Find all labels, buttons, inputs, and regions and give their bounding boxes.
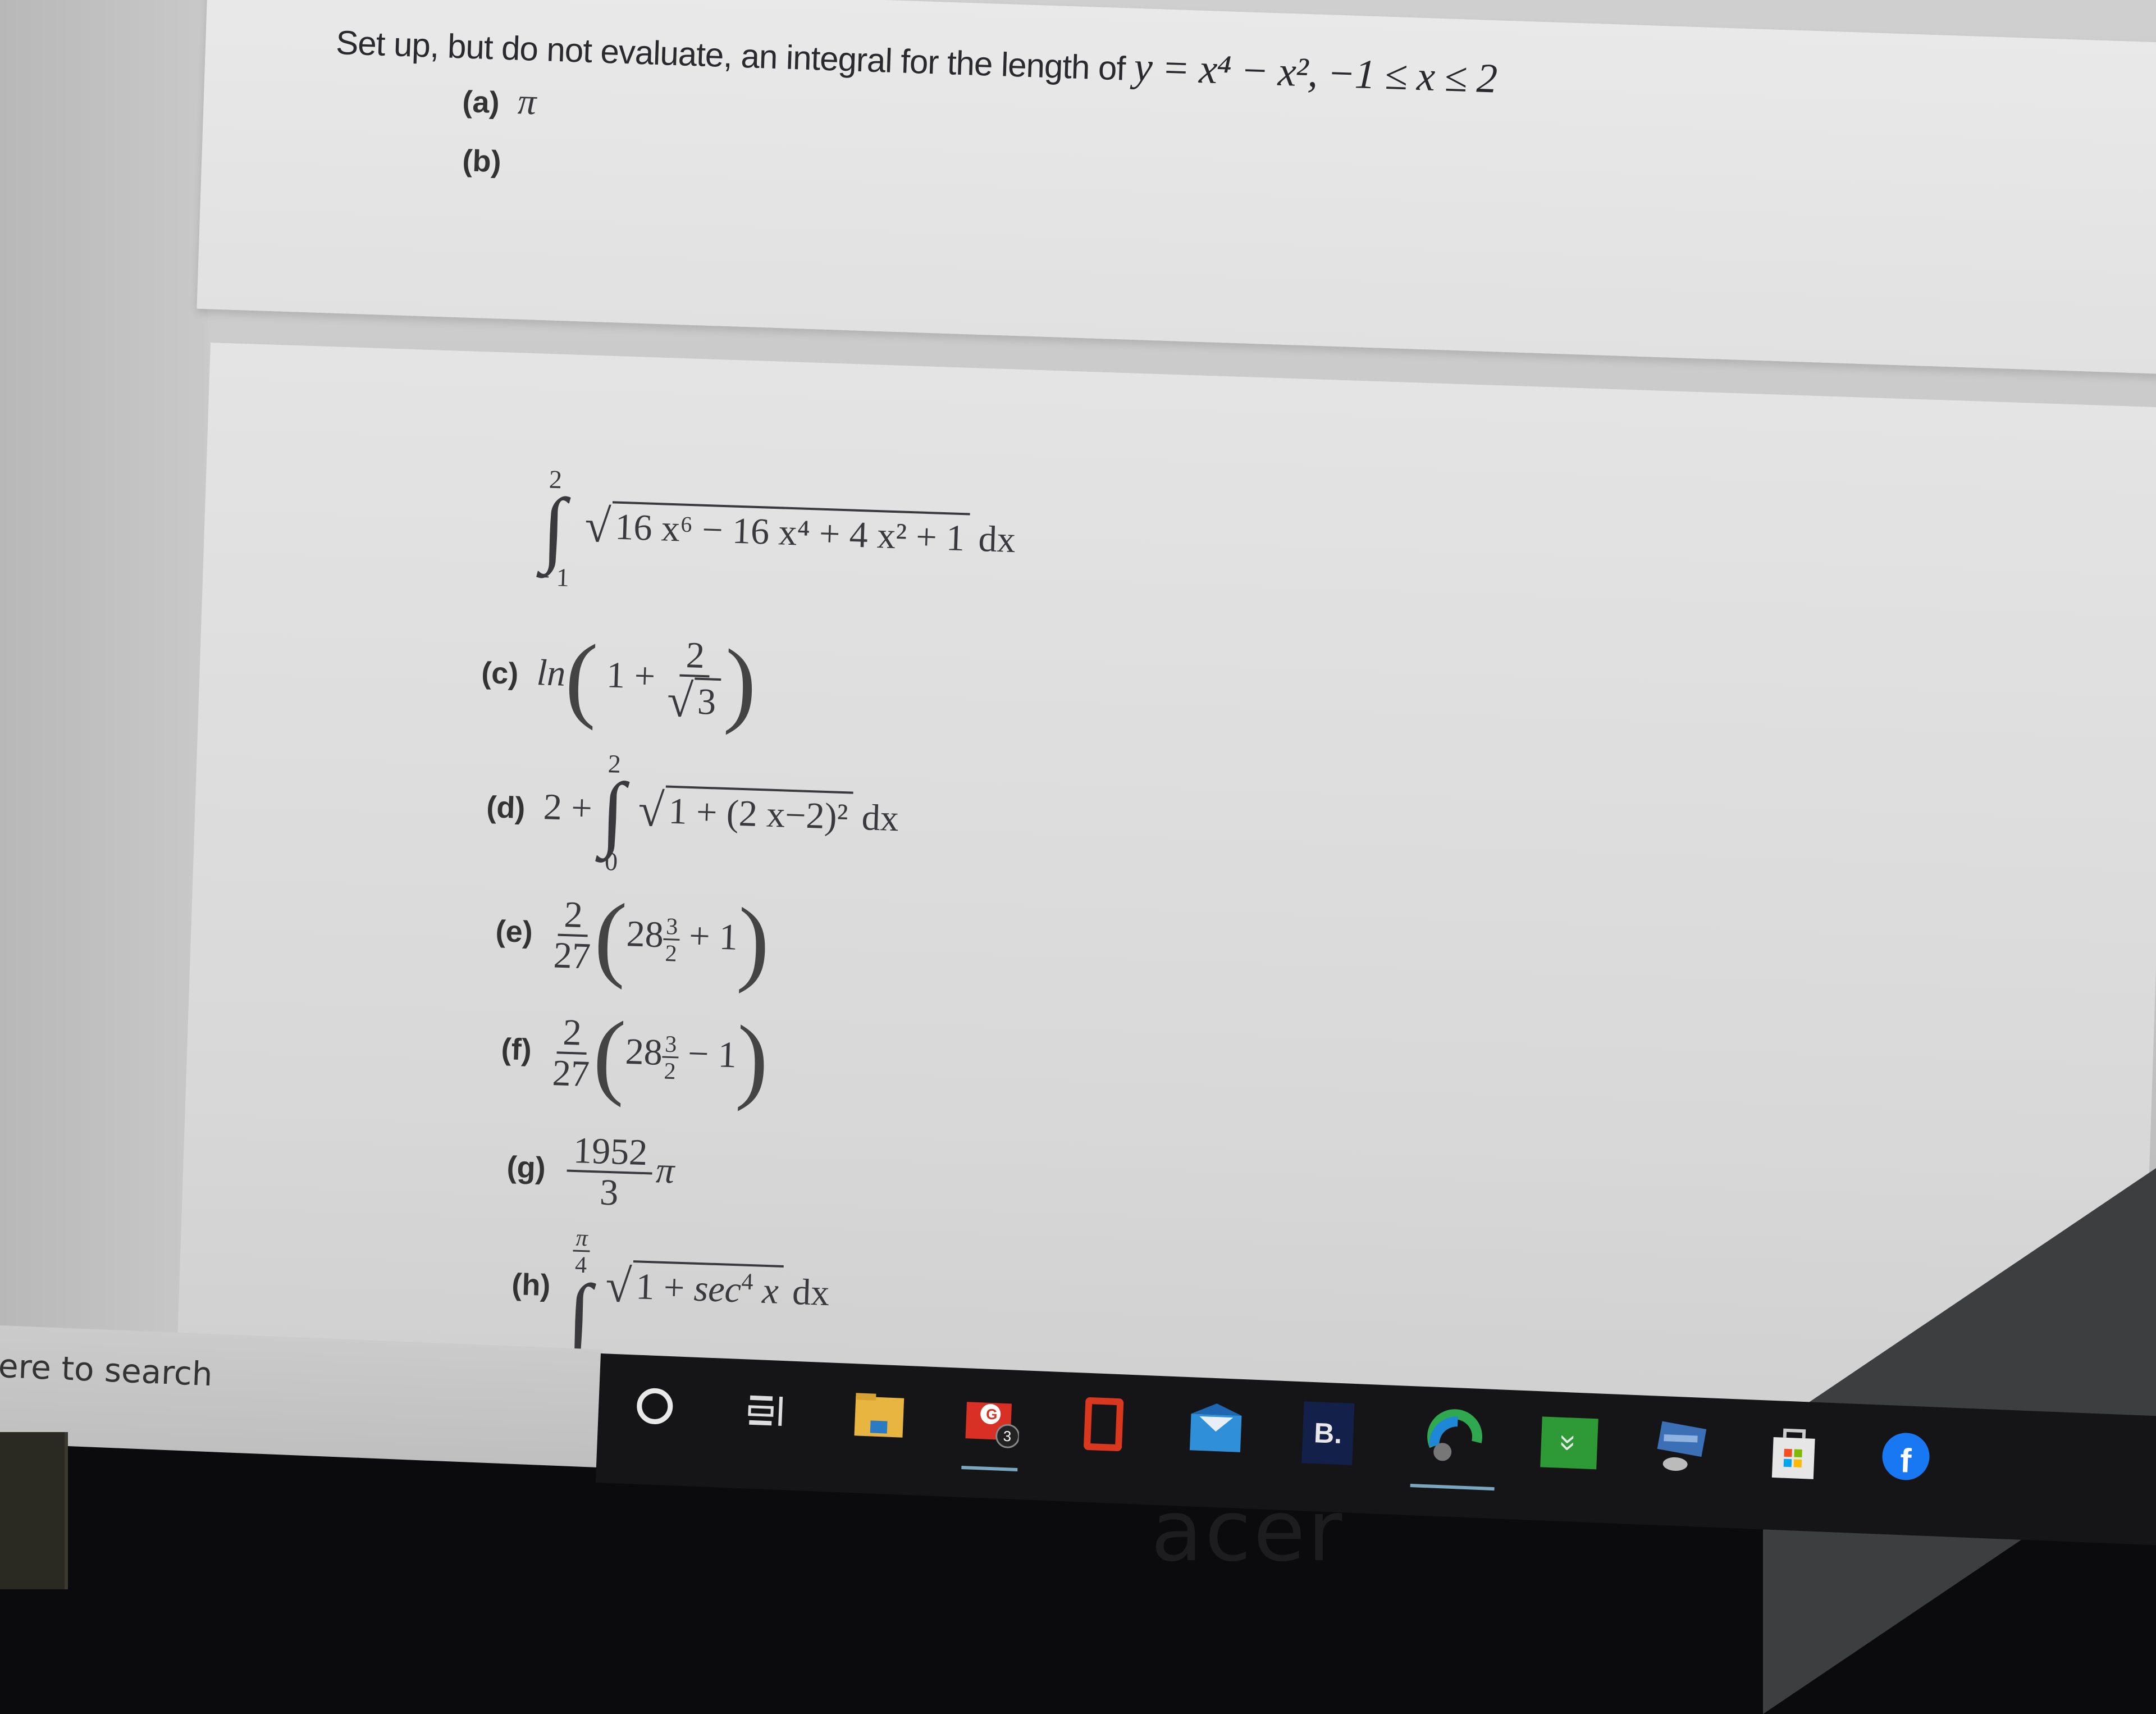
fraction: 1952 3: [566, 1130, 654, 1214]
integral-sign: 2 ∫ 0: [600, 749, 626, 876]
option-label: (h): [511, 1268, 551, 1303]
option-label: (e): [495, 914, 533, 950]
fraction: 2 √3: [666, 635, 723, 728]
option-label: (c): [481, 655, 519, 691]
gmail-glyph: G: [986, 1406, 998, 1423]
answers-card: [175, 343, 2156, 1474]
bezel-sticker: [0, 1432, 68, 1589]
monitor-brand-logo: acer: [1151, 1483, 1345, 1580]
task-view-icon[interactable]: [738, 1382, 796, 1440]
option-d[interactable]: (d) 2 + 2 ∫ 0 √1 + (2 x−2)² dx: [485, 747, 901, 884]
integral-sign: π4 ∫: [566, 1225, 593, 1361]
active-indicator: [961, 1465, 1018, 1471]
office-icon[interactable]: [1075, 1395, 1133, 1453]
option-b-expression: 2 ∫ − 1 √16 x⁶ − 16 x⁴ + 4 x² + 1 dx: [535, 464, 1017, 605]
app-green-icon[interactable]: »: [1540, 1414, 1598, 1472]
differential: dx: [977, 518, 1016, 561]
option-a[interactable]: (a) π: [462, 79, 537, 124]
booking-icon[interactable]: B.: [1299, 1401, 1357, 1465]
booking-glyph: B.: [1301, 1401, 1355, 1465]
option-b-label[interactable]: (b): [462, 138, 510, 182]
active-indicator: [1410, 1484, 1495, 1491]
sqrt-icon: √: [583, 499, 612, 553]
file-explorer-icon[interactable]: [850, 1386, 908, 1444]
edge-icon[interactable]: [1410, 1408, 1497, 1491]
option-a-value: π: [517, 81, 537, 123]
fraction: 2 27: [552, 894, 592, 977]
app-green-glyph: »: [1540, 1416, 1598, 1470]
taskbar-search-box[interactable]: ere to search: [0, 1325, 604, 1467]
option-label: (d): [486, 790, 526, 826]
page-left-gutter: [0, 0, 208, 1348]
option-label: (a): [462, 84, 500, 120]
fraction: 2 27: [551, 1011, 591, 1095]
option-label: (f): [500, 1032, 532, 1068]
gmail-icon[interactable]: G3: [961, 1391, 1021, 1471]
mail-icon[interactable]: [1187, 1400, 1245, 1458]
integral-sign: 2 ∫ − 1: [535, 464, 570, 592]
option-f[interactable]: (f) 2 27 (28 3 2 − 1): [500, 1001, 770, 1113]
option-label: (g): [506, 1150, 546, 1186]
sqrt-icon: √: [637, 783, 665, 837]
facebook-glyph: f: [1881, 1432, 1931, 1481]
sqrt-icon: √: [604, 1259, 633, 1313]
integrand: 1 + sec4 x: [632, 1260, 784, 1314]
exponent-fraction: 32: [663, 914, 680, 968]
option-c[interactable]: (c) ln( 1 + 2 √3 ): [480, 624, 758, 736]
option-h[interactable]: (h) π4 ∫ √1 + sec4 x dx: [510, 1224, 832, 1361]
integrand: 16 x⁶ − 16 x⁴ + 4 x² + 1: [611, 501, 970, 560]
control-panel-icon[interactable]: [1652, 1418, 1711, 1476]
cortana-icon[interactable]: [625, 1377, 684, 1435]
option-e[interactable]: (e) 2 27 (28 3 2 + 1): [494, 883, 771, 995]
exponent-fraction: 32: [661, 1032, 679, 1086]
option-g[interactable]: (g) 1952 3 π: [505, 1129, 675, 1214]
store-icon[interactable]: [1765, 1423, 1823, 1481]
gmail-badge: 3: [1003, 1428, 1012, 1445]
sqrt-icon: √: [666, 674, 694, 728]
search-placeholder: ere to search: [0, 1346, 213, 1394]
facebook-icon[interactable]: f: [1877, 1427, 1935, 1485]
